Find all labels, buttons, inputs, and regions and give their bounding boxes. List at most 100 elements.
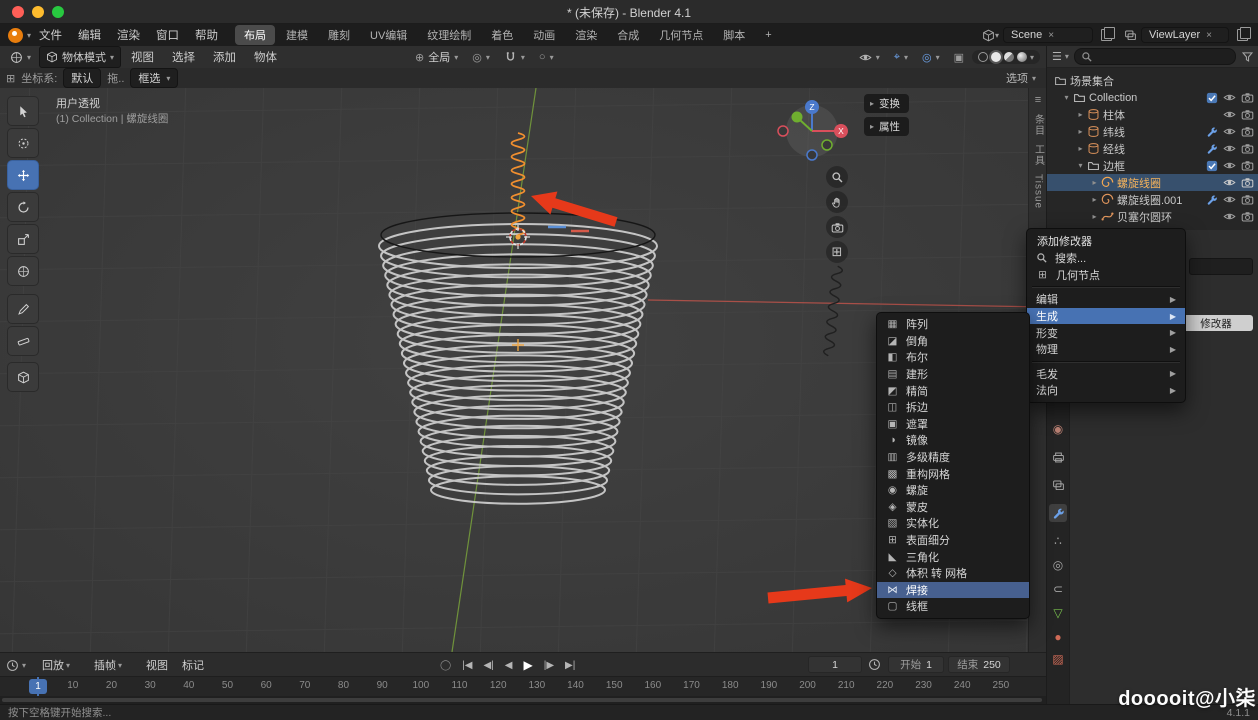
hide-eye-icon[interactable]	[1223, 142, 1236, 155]
navigation-gizmo[interactable]: Z X	[778, 100, 848, 160]
submenu-item-wireframe[interactable]: ▢线框	[877, 598, 1029, 615]
modifier-wrench-icon[interactable]	[1206, 126, 1218, 138]
outliner-row-collection[interactable]: ▾ Collection	[1047, 89, 1258, 106]
workspace-tab-shading[interactable]: 着色	[482, 25, 522, 45]
timeline-menu-view[interactable]: 视图	[146, 653, 168, 677]
shading-dropdown-arrow[interactable]: ▾	[1030, 53, 1034, 62]
menu-window[interactable]: 窗口	[148, 24, 187, 46]
editor-type-button[interactable]: ▾	[4, 49, 37, 66]
scrollbar-handle[interactable]	[2, 698, 1042, 702]
submenu-item-remesh[interactable]: ▩重构网格	[877, 465, 1029, 482]
menu-select[interactable]: 选择	[164, 46, 203, 68]
scene-icon[interactable]	[982, 29, 995, 42]
use-preview-range-icon[interactable]	[868, 658, 881, 671]
outliner-row-helix-active[interactable]: ▸ 螺旋线圈	[1047, 174, 1258, 191]
mode-dropdown[interactable]: 物体模式 ▾	[39, 46, 121, 68]
current-frame-field[interactable]: 1	[808, 656, 862, 673]
viewlayer-icon[interactable]	[1124, 29, 1137, 42]
tab-particles[interactable]: ∴	[1049, 532, 1067, 550]
tab-output[interactable]	[1049, 448, 1067, 466]
tool-transform[interactable]	[7, 256, 39, 286]
show-gizmo-toggle[interactable]: ⌖▾	[888, 49, 914, 66]
expand-icon[interactable]: ▾	[1075, 161, 1086, 170]
playhead-badge[interactable]: 1	[29, 679, 47, 694]
hide-eye-icon[interactable]	[1223, 91, 1236, 104]
pan-button[interactable]	[826, 191, 848, 213]
move-gizmo-axis-handles[interactable]	[548, 227, 589, 231]
menu-object[interactable]: 物体	[246, 46, 285, 68]
outliner-search-input[interactable]	[1074, 48, 1236, 65]
outliner-row-bezier-circle[interactable]: ▸ 贝塞尔圆环	[1047, 208, 1258, 225]
options-dropdown[interactable]: 选项 ▾	[1006, 70, 1036, 86]
tool-scale[interactable]	[7, 224, 39, 254]
transform-orientation-dropdown[interactable]: ⊕ 全局 ▾	[409, 47, 464, 67]
render-camera-icon[interactable]	[1241, 125, 1254, 138]
gizmo-y-axis[interactable]	[792, 112, 803, 123]
collapsed-panel-properties[interactable]: ▸ 属性	[864, 117, 909, 136]
workspace-tab-animation[interactable]: 动画	[524, 25, 564, 45]
render-camera-icon[interactable]	[1241, 176, 1254, 189]
hide-eye-icon[interactable]	[1223, 210, 1236, 223]
gizmo-negz-axis[interactable]	[807, 150, 817, 160]
drag-setting-dropdown[interactable]: 框选 ▾	[130, 68, 178, 88]
menu-add[interactable]: 添加	[205, 46, 244, 68]
pivot-point-dropdown[interactable]: ◎▾	[466, 49, 496, 66]
menu-edit[interactable]: 编辑	[70, 24, 109, 46]
menu-item-hair[interactable]: 毛发▶	[1027, 366, 1185, 383]
play-button[interactable]: ▶	[524, 658, 533, 672]
tool-add-cube[interactable]	[7, 362, 39, 392]
expand-icon[interactable]: ▸	[1089, 195, 1100, 204]
submenu-item-solidify[interactable]: ▧实体化	[877, 515, 1029, 532]
hide-eye-icon[interactable]	[1223, 159, 1236, 172]
modifier-wrench-icon[interactable]	[1206, 194, 1218, 206]
menu-item-geometry-nodes[interactable]: ⊞ 几何节点	[1027, 267, 1185, 284]
timeline-scrollbar[interactable]	[0, 696, 1046, 704]
render-camera-icon[interactable]	[1241, 210, 1254, 223]
zoom-button[interactable]	[826, 166, 848, 188]
tab-object-data[interactable]: ▽	[1049, 604, 1067, 622]
submenu-item-multires[interactable]: ▥多级精度	[877, 449, 1029, 466]
expand-icon[interactable]: ▸	[1075, 110, 1086, 119]
workspace-tab-sculpting[interactable]: 雕刻	[319, 25, 359, 45]
tab-modifiers[interactable]	[1049, 504, 1067, 522]
minimize-window-button[interactable]	[32, 6, 44, 18]
gizmo-negy-axis[interactable]	[822, 140, 832, 150]
hide-eye-icon[interactable]	[1223, 176, 1236, 189]
render-camera-icon[interactable]	[1241, 108, 1254, 121]
menu-item-generate[interactable]: 生成▶	[1027, 308, 1185, 325]
submenu-item-subdivision[interactable]: ⊞表面细分	[877, 532, 1029, 549]
sync-icon[interactable]: ◯	[440, 660, 451, 671]
submenu-item-build[interactable]: ▤建形	[877, 366, 1029, 383]
expand-icon[interactable]: ▾	[1061, 93, 1072, 102]
tab-viewlayer[interactable]	[1049, 476, 1067, 494]
submenu-item-weld[interactable]: ⋈焊接	[877, 582, 1029, 599]
close-window-button[interactable]	[12, 6, 24, 18]
timeline-menu-playback[interactable]: 回放▾	[42, 653, 70, 677]
play-reverse-button[interactable]: ◀	[505, 660, 513, 671]
tab-constraints[interactable]: ⊂	[1049, 580, 1067, 598]
outliner-row-warp[interactable]: ▸ 经线	[1047, 140, 1258, 157]
workspace-tab-scripting[interactable]: 脚本	[714, 25, 754, 45]
hide-eye-icon[interactable]	[1223, 125, 1236, 138]
tab-texture[interactable]: ▨	[1049, 650, 1067, 668]
prev-keyframe-button[interactable]: ◀|	[484, 660, 494, 671]
sidebar-strip-icon[interactable]: ≡	[1035, 94, 1041, 106]
submenu-item-boolean[interactable]: ◧布尔	[877, 349, 1029, 366]
checkbox-icon[interactable]	[1206, 160, 1218, 172]
menu-item-search[interactable]: 搜索...	[1027, 250, 1185, 267]
frame-start-field[interactable]: 开始 1	[888, 656, 944, 673]
workspace-tab-rendering[interactable]: 渲染	[566, 25, 606, 45]
hide-eye-icon[interactable]	[1223, 108, 1236, 121]
sidebar-tab-item[interactable]: 条目	[1031, 114, 1046, 136]
frame-end-field[interactable]: 结束 250	[948, 656, 1010, 673]
outliner-row-weft[interactable]: ▸ 纬线	[1047, 123, 1258, 140]
timeline-menu-marker[interactable]: 标记	[182, 653, 204, 677]
selected-helix-curve[interactable]	[512, 133, 525, 235]
copy-scene-icon[interactable]	[1101, 29, 1112, 41]
workspace-tab-compositing[interactable]: 合成	[608, 25, 648, 45]
outliner-row-cylinder[interactable]: ▸ 柱体	[1047, 106, 1258, 123]
workspace-tab-modeling[interactable]: 建模	[277, 25, 317, 45]
tool-annotate[interactable]	[7, 294, 39, 324]
expand-icon[interactable]: ▸	[1089, 212, 1100, 221]
shading-material-icon[interactable]	[1004, 52, 1014, 62]
